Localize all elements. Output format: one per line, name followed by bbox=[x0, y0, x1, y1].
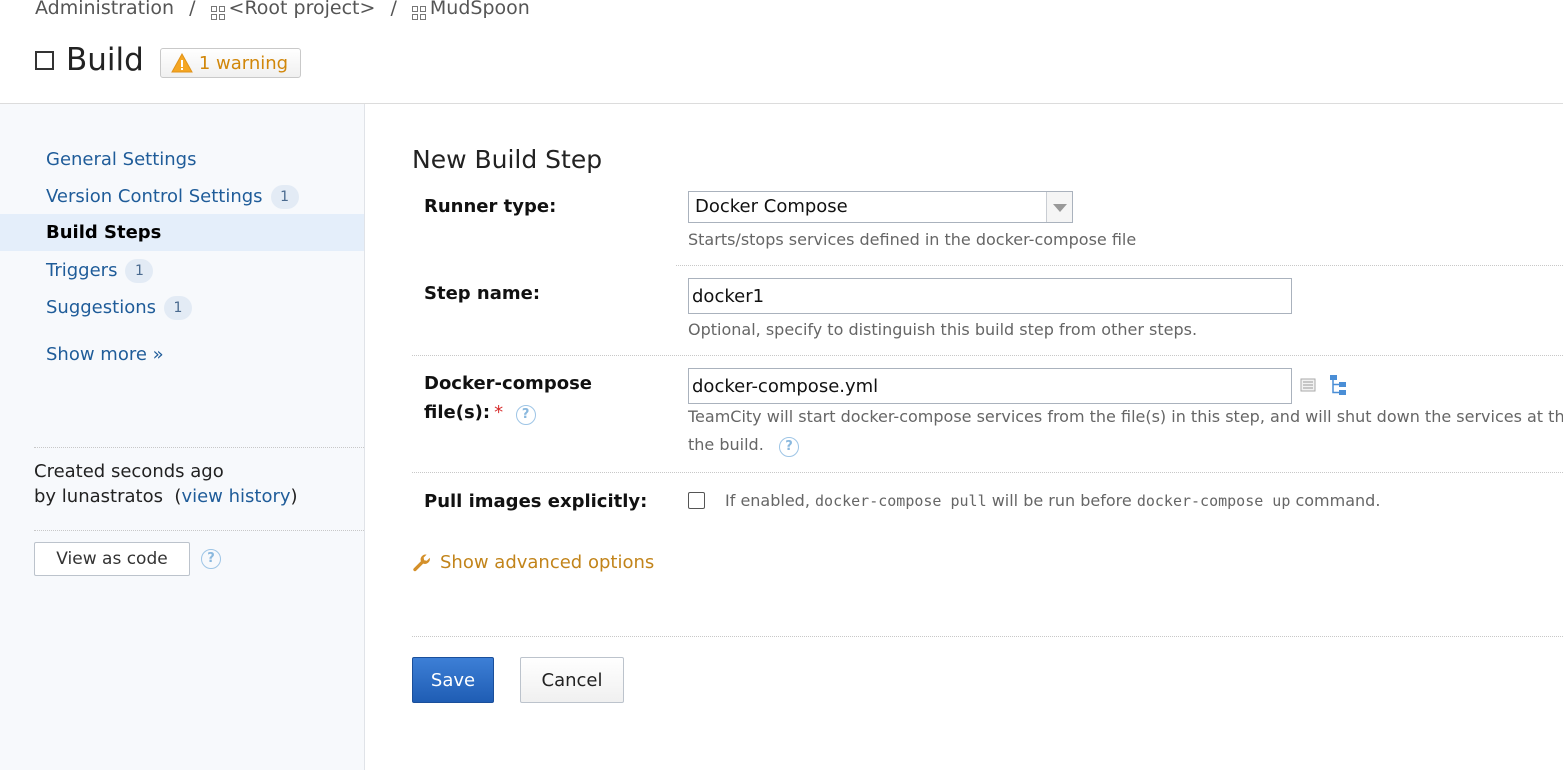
breadcrumb-separator: / bbox=[390, 0, 397, 19]
compose-file-label: Docker-compose file(s): * ? bbox=[424, 369, 592, 427]
sidebar-item-label: Version Control Settings bbox=[46, 186, 263, 207]
page-header: Build 1 warning bbox=[35, 42, 302, 78]
help-icon[interactable]: ? bbox=[779, 437, 800, 457]
help-icon[interactable]: ? bbox=[515, 405, 536, 425]
sidebar-item-general-settings[interactable]: General Settings bbox=[0, 141, 364, 178]
breadcrumb-mudspoon[interactable]: MudSpoon bbox=[430, 0, 530, 19]
sidebar-divider bbox=[34, 447, 364, 448]
breadcrumb: Administration / <Root project> / MudSpo… bbox=[35, 0, 530, 20]
created-by: by lunastratos bbox=[34, 486, 163, 507]
required-marker: * bbox=[494, 402, 504, 423]
runner-type-label: Runner type: bbox=[424, 196, 557, 217]
sidebar-item-label: General Settings bbox=[46, 149, 197, 170]
step-name-hint: Optional, specify to distinguish this bu… bbox=[688, 320, 1198, 339]
compose-file-hint-text: the build. bbox=[688, 435, 764, 454]
pull-hint-code: docker-compose up bbox=[1136, 492, 1291, 510]
created-time: Created seconds ago bbox=[34, 461, 224, 482]
sidebar-divider bbox=[34, 530, 364, 531]
pull-hint-text: If enabled, bbox=[725, 491, 810, 510]
sidebar: General Settings Version Control Setting… bbox=[0, 104, 365, 770]
view-history-link[interactable]: view history bbox=[181, 486, 290, 507]
compose-file-hint-line1: TeamCity will start docker-compose servi… bbox=[688, 407, 1563, 426]
breadcrumb-root-project[interactable]: <Root project> bbox=[229, 0, 376, 19]
compose-file-hint-line2: the build. ? bbox=[688, 435, 800, 457]
compose-file-input[interactable] bbox=[688, 368, 1292, 404]
show-more-link[interactable]: Show more » bbox=[46, 344, 164, 365]
step-name-label: Step name: bbox=[424, 283, 541, 304]
project-icon bbox=[210, 6, 225, 20]
help-icon[interactable]: ? bbox=[201, 549, 221, 569]
pull-hint-code: docker-compose pull bbox=[815, 492, 987, 510]
warning-badge[interactable]: 1 warning bbox=[159, 48, 302, 78]
project-icon bbox=[411, 6, 426, 20]
sidebar-item-version-control-settings[interactable]: Version Control Settings 1 bbox=[0, 178, 364, 215]
warning-icon bbox=[170, 53, 193, 73]
chevron-down-icon[interactable] bbox=[1046, 192, 1072, 222]
pull-hint-text: will be run before bbox=[991, 491, 1132, 510]
cancel-button[interactable]: Cancel bbox=[520, 657, 624, 703]
compose-file-label-line1: Docker-compose bbox=[424, 373, 592, 394]
count-badge: 1 bbox=[164, 296, 192, 320]
sidebar-item-suggestions[interactable]: Suggestions 1 bbox=[0, 289, 364, 326]
wrench-icon bbox=[413, 553, 430, 571]
build-config-icon bbox=[35, 50, 54, 70]
form-title: New Build Step bbox=[412, 145, 603, 174]
form-divider bbox=[412, 636, 1563, 637]
count-badge: 1 bbox=[270, 185, 299, 209]
pull-hint-text: command. bbox=[1295, 491, 1381, 510]
breadcrumb-administration[interactable]: Administration bbox=[35, 0, 174, 19]
field-divider bbox=[412, 472, 1563, 473]
view-as-code-button[interactable]: View as code bbox=[34, 542, 190, 576]
pull-images-checkbox[interactable] bbox=[688, 492, 705, 509]
show-advanced-options-label: Show advanced options bbox=[440, 552, 655, 573]
runner-type-hint: Starts/stops services defined in the doc… bbox=[688, 230, 1137, 249]
compose-file-label-line2: file(s): bbox=[424, 402, 491, 423]
page-title: Build bbox=[66, 42, 144, 78]
pull-images-hint: If enabled, docker-compose pull will be … bbox=[725, 491, 1380, 510]
save-button[interactable]: Save bbox=[412, 657, 494, 703]
field-divider bbox=[676, 265, 1563, 266]
count-badge: 1 bbox=[125, 259, 154, 283]
step-name-input[interactable] bbox=[688, 278, 1292, 314]
sidebar-item-label: Triggers bbox=[46, 260, 118, 281]
show-advanced-options-link[interactable]: Show advanced options bbox=[412, 552, 654, 573]
warning-badge-label: 1 warning bbox=[198, 52, 289, 74]
breadcrumb-separator: / bbox=[189, 0, 196, 19]
runner-type-value: Docker Compose bbox=[695, 196, 848, 217]
sidebar-item-triggers[interactable]: Triggers 1 bbox=[0, 252, 364, 289]
created-info: Created seconds ago by lunastratos (view… bbox=[34, 461, 298, 507]
sidebar-item-label: Build Steps bbox=[46, 222, 162, 243]
compose-file-tools bbox=[1300, 374, 1350, 396]
pull-images-label: Pull images explicitly: bbox=[424, 491, 648, 512]
runner-type-select[interactable]: Docker Compose bbox=[688, 191, 1073, 223]
tree-icon[interactable] bbox=[1328, 374, 1350, 396]
field-divider bbox=[412, 355, 1563, 356]
list-icon[interactable] bbox=[1300, 377, 1316, 393]
sidebar-item-build-steps[interactable]: Build Steps bbox=[0, 214, 364, 251]
sidebar-item-label: Suggestions bbox=[46, 297, 156, 318]
